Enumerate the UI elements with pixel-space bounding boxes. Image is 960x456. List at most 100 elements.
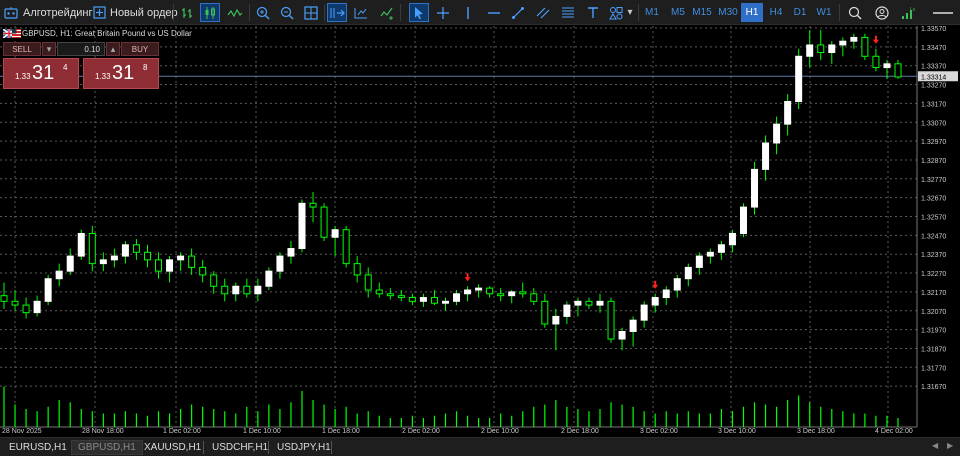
time-axis-label: 3 Dec 18:00 (797, 428, 835, 435)
sell-price-box[interactable]: 1.33 31 4 (3, 58, 79, 89)
candle-body (353, 263, 361, 276)
fibonacci-icon[interactable] (558, 3, 578, 22)
candle-body (22, 304, 30, 314)
candle-body (662, 289, 670, 299)
price-axis-label: 1.32970 (921, 139, 946, 146)
candle-body (541, 300, 549, 325)
timeframe-m30[interactable]: M30 (717, 3, 739, 22)
price-axis-label: 1.32870 (921, 158, 946, 165)
time-axis-label: 28 Nov 2025 (2, 428, 42, 435)
volume-input[interactable]: 0.10 (57, 42, 105, 56)
timeframe-h1[interactable]: H1 (741, 3, 763, 22)
candle-body (166, 259, 174, 272)
candle-body (188, 255, 196, 268)
tabs-scroll-right-icon[interactable]: ▶ (947, 441, 953, 450)
candle-body (419, 297, 427, 302)
time-axis-label: 1 Dec 02:00 (163, 428, 201, 435)
text-icon[interactable] (583, 3, 603, 22)
candle-body (320, 206, 328, 238)
time-axis-label: 1 Dec 10:00 (243, 428, 281, 435)
timeframe-h4[interactable]: H4 (765, 3, 787, 22)
timeframe-d1[interactable]: D1 (789, 3, 811, 22)
timeframe-m15[interactable]: M15 (691, 3, 713, 22)
search-icon[interactable] (845, 3, 865, 22)
candle-body (55, 270, 63, 280)
candle-body (728, 232, 736, 246)
shapes-icon[interactable] (606, 3, 626, 22)
main-toolbar: Алготрейдинг Новый ордер ▾ M1 M5 M15 M30 H1 H… (0, 0, 960, 25)
timeframe-w1[interactable]: W1 (813, 3, 835, 22)
algotrading-icon[interactable] (2, 3, 20, 22)
buy-button[interactable]: BUY (121, 42, 159, 56)
algotrading-button[interactable]: Алготрейдинг (20, 3, 95, 22)
chart-tabs-bar: EURUSD,H1 GBPUSD,H1 XAUUSD,H1 USDCHF,H1 … (0, 437, 960, 456)
timeframe-m5[interactable]: M5 (667, 3, 689, 22)
candle-body (839, 40, 847, 46)
tabs-scroll-left-icon[interactable]: ◀ (932, 441, 938, 450)
price-axis-label: 1.32670 (921, 196, 946, 203)
tile-windows-icon[interactable] (301, 3, 321, 22)
auto-scroll-icon[interactable] (327, 3, 347, 22)
candle-body (695, 255, 703, 268)
options-icon[interactable] (930, 3, 956, 22)
candle-body (276, 255, 284, 272)
new-order-button[interactable]: Новый ордер (107, 3, 181, 22)
buy-price-box[interactable]: 1.33 31 8 (83, 58, 159, 89)
candle-body (784, 101, 792, 125)
shapes-dropdown-arrow[interactable]: ▾ (625, 3, 635, 22)
candle-body (828, 44, 836, 54)
cursor-icon[interactable] (409, 3, 429, 22)
candle-body (298, 202, 306, 250)
price-axis-label: 1.32070 (921, 309, 946, 316)
tab-eurusd[interactable]: EURUSD,H1 (3, 440, 73, 455)
buy-price-sup: 8 (143, 63, 148, 72)
timeframe-m1[interactable]: M1 (641, 3, 663, 22)
price-axis-label: 1.33070 (921, 120, 946, 127)
candle-body (508, 291, 516, 297)
indicators-icon[interactable] (377, 3, 397, 22)
time-axis-label: 4 Dec 02:00 (875, 428, 913, 435)
candle-body (77, 232, 85, 257)
signal-strength-icon[interactable]: Lv (898, 3, 918, 22)
volume-increase-arrow[interactable]: ▴ (106, 42, 120, 56)
tab-gbpusd[interactable]: GBPUSD,H1 (71, 440, 143, 455)
time-axis-label: 2 Dec 02:00 (402, 428, 440, 435)
candle-body (872, 55, 880, 69)
new-order-icon[interactable] (91, 3, 107, 22)
tab-usdchf[interactable]: USDCHF,H1 (206, 440, 274, 455)
zoom-out-icon[interactable] (277, 3, 297, 22)
candle-body (673, 278, 681, 291)
time-axis-label: 3 Dec 02:00 (640, 428, 678, 435)
sell-button[interactable]: SELL (3, 42, 41, 56)
candle-body (221, 285, 229, 295)
candle-body (552, 315, 560, 325)
candle-body (99, 259, 107, 265)
channel-icon[interactable] (533, 3, 553, 22)
volume-decrease-arrow[interactable]: ▾ (42, 42, 56, 56)
candle-body (121, 244, 129, 257)
candle-body (430, 297, 438, 304)
candlestick-chart-icon[interactable] (200, 3, 220, 22)
candle-body (475, 287, 483, 291)
time-axis-label: 3 Dec 10:00 (718, 428, 756, 435)
candle-body (364, 274, 372, 291)
candle-body (596, 300, 604, 306)
vertical-line-icon[interactable] (458, 3, 478, 22)
tab-xauusd[interactable]: XAUUSD,H1 (138, 440, 207, 455)
zoom-in-icon[interactable] (253, 3, 273, 22)
crosshair-icon[interactable] (433, 3, 453, 22)
chart-shift-icon[interactable] (351, 3, 371, 22)
trendline-icon[interactable] (508, 3, 528, 22)
candle-body (110, 255, 118, 261)
candle-body (861, 36, 869, 57)
candle-body (342, 229, 350, 265)
account-icon[interactable] (872, 3, 892, 22)
line-chart-icon[interactable] (225, 3, 245, 22)
candle-body (817, 44, 825, 54)
bar-chart-icon[interactable] (178, 3, 198, 22)
candle-body (232, 285, 240, 295)
tab-usdjpy[interactable]: USDJPY,H1 (271, 440, 337, 455)
candle-body (717, 244, 725, 253)
candle-body (375, 289, 383, 295)
horizontal-line-icon[interactable] (484, 3, 504, 22)
